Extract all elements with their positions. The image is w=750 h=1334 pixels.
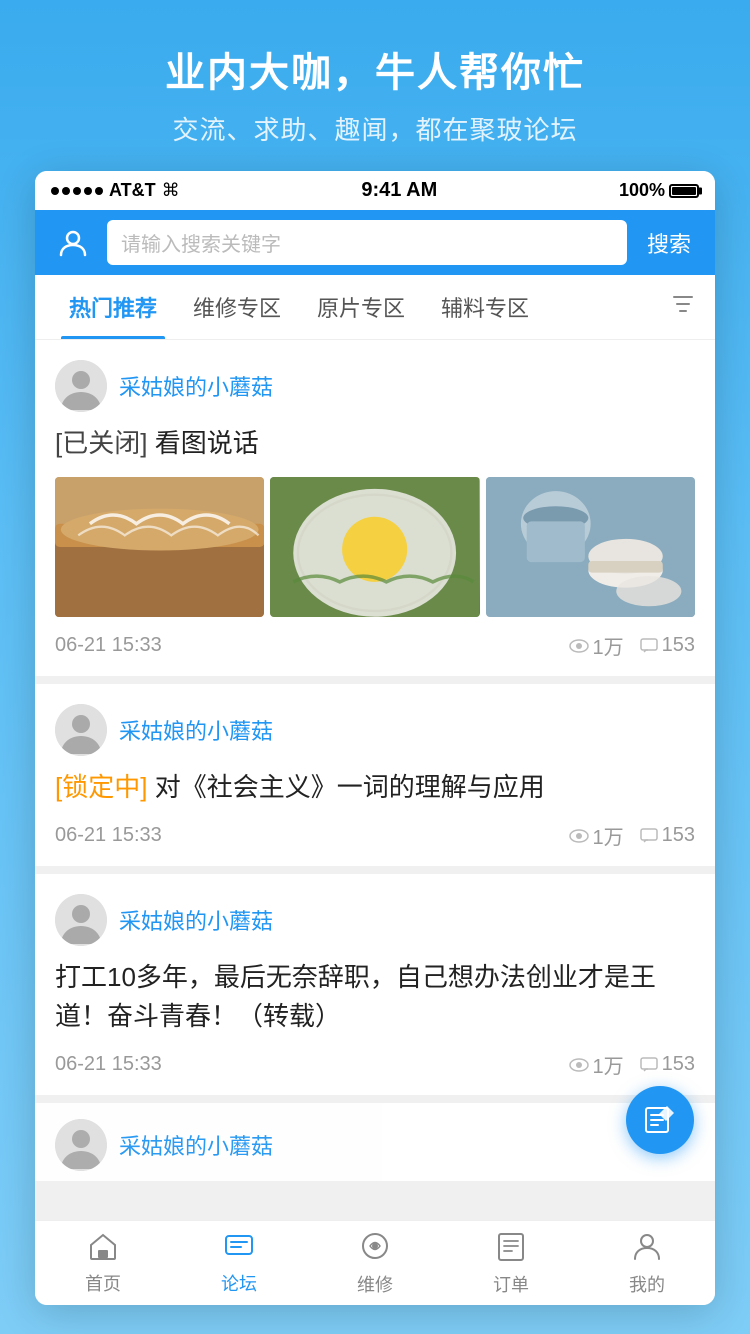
feed-meta-3: 06-21 15:33 1万 153 [55,1050,695,1079]
battery-fill [672,187,696,195]
feed-item-partial: 采姑娘的小蘑菇 [35,1103,715,1181]
stat-views-1: 1万 [569,631,624,660]
feed-image-macarons [486,477,695,617]
bottom-tab-home[interactable]: 首页 [63,1232,143,1296]
status-bar: AT&T ⌘ 9:41 AM 100% [35,171,715,210]
feed-author-3: 采姑娘的小蘑菇 [55,894,695,946]
author-name-2: 采姑娘的小蘑菇 [119,714,273,746]
battery-bar [669,184,699,198]
feed-list: 采姑娘的小蘑菇 [已关闭] 看图说话 [35,340,715,1220]
avatar-2 [55,704,107,756]
tab-mine-label: 我的 [629,1271,665,1297]
author-name-partial: 采姑娘的小蘑菇 [119,1129,273,1161]
tab-nav: 热门推荐 维修专区 原片专区 辅料专区 [35,275,715,340]
fab-button[interactable] [626,1086,694,1154]
stat-comments-1: 153 [640,634,695,657]
bottom-tab-repair[interactable]: 维修 [335,1231,415,1297]
forum-icon [224,1232,254,1266]
feed-date-1: 06-21 15:33 [55,634,162,657]
tab-repair-label: 维修 [357,1271,393,1297]
mine-icon [633,1231,661,1267]
feed-stats-3: 1万 153 [569,1050,696,1079]
feed-image-egg [270,477,479,617]
bottom-tab-order[interactable]: 订单 [471,1231,551,1297]
tab-repair[interactable]: 维修专区 [175,275,299,339]
signal-dot-3 [73,187,81,195]
feed-image-cake [55,477,264,617]
signal-dot-1 [51,187,59,195]
stat-comments-2: 153 [640,824,695,847]
tab-home-label: 首页 [85,1270,121,1296]
home-icon [88,1232,118,1266]
tab-material[interactable]: 辅料专区 [423,275,547,339]
feed-tag-2: [锁定中] [55,772,147,802]
feed-meta-1: 06-21 15:33 1万 153 [55,631,695,660]
author-name-3: 采姑娘的小蘑菇 [119,904,273,936]
wifi-icon: ⌘ [162,180,180,201]
feed-title-3: 打工10多年，最后无奈辞职，自己想办法创业才是王道！奋斗青春！（转载） [55,958,695,1036]
feed-title-text-1: 看图说话 [155,428,259,458]
feed-title-2: [锁定中] 对《社会主义》一词的理解与应用 [55,768,695,807]
promo-header: 业内大咖，牛人帮你忙 交流、求助、趣闻，都在聚玻论坛 [0,0,750,171]
stat-views-2: 1万 [569,821,624,850]
search-placeholder: 请输入搜索关键字 [121,228,281,257]
bottom-tabbar: 首页 论坛 维修 [35,1220,715,1305]
avatar-3 [55,894,107,946]
filter-icon[interactable] [667,282,699,333]
promo-title: 业内大咖，牛人帮你忙 [20,40,730,98]
feed-title-text-3: 打工10多年，最后无奈辞职，自己想办法创业才是王道！奋斗青春！（转载） [55,962,656,1031]
status-time: 9:41 AM [361,179,437,202]
views-count-2: 1万 [593,821,624,850]
feed-meta-2: 06-21 15:33 1万 153 [55,821,695,850]
comments-count-1: 153 [662,634,695,657]
status-right: 100% [619,180,699,201]
stat-views-3: 1万 [569,1050,624,1079]
views-count-3: 1万 [593,1050,624,1079]
battery-percent: 100% [619,180,665,201]
feed-date-2: 06-21 15:33 [55,824,162,847]
search-button[interactable]: 搜索 [639,223,699,263]
order-icon [497,1231,525,1267]
feed-images-1 [55,477,695,617]
tab-forum-label: 论坛 [221,1270,257,1296]
search-bar: 请输入搜索关键字 搜索 [35,210,715,275]
feed-author-2: 采姑娘的小蘑菇 [55,704,695,756]
feed-item-2[interactable]: 采姑娘的小蘑菇 [锁定中] 对《社会主义》一词的理解与应用 06-21 15:3… [35,684,715,866]
feed-item-3[interactable]: 采姑娘的小蘑菇 打工10多年，最后无奈辞职，自己想办法创业才是王道！奋斗青春！（… [35,874,715,1095]
user-icon-button[interactable] [51,221,95,265]
comments-count-3: 153 [662,1053,695,1076]
feed-author-1: 采姑娘的小蘑菇 [55,360,695,412]
author-name-1: 采姑娘的小蘑菇 [119,370,273,402]
comments-count-2: 153 [662,824,695,847]
repair-icon [360,1231,390,1267]
phone-frame: AT&T ⌘ 9:41 AM 100% 请输入搜索关键字 搜索 热门推荐 维修专… [35,171,715,1305]
views-count-1: 1万 [593,631,624,660]
feed-stats-1: 1万 153 [569,631,696,660]
status-left: AT&T ⌘ [51,180,180,201]
bottom-tab-forum[interactable]: 论坛 [199,1232,279,1296]
search-input-wrap[interactable]: 请输入搜索关键字 [107,220,627,265]
avatar-partial [55,1119,107,1171]
feed-item-1[interactable]: 采姑娘的小蘑菇 [已关闭] 看图说话 [35,340,715,676]
feed-stats-2: 1万 153 [569,821,696,850]
avatar-1 [55,360,107,412]
promo-subtitle: 交流、求助、趣闻，都在聚玻论坛 [20,110,730,147]
feed-tag-1: [已关闭] [55,428,147,458]
signal-dot-4 [84,187,92,195]
tab-original[interactable]: 原片专区 [299,275,423,339]
signal-dot-2 [62,187,70,195]
feed-date-3: 06-21 15:33 [55,1053,162,1076]
feed-title-text-2: 对《社会主义》一词的理解与应用 [155,772,545,802]
feed-title-1: [已关闭] 看图说话 [55,424,695,463]
carrier-label: AT&T [109,180,156,201]
stat-comments-3: 153 [640,1053,695,1076]
signal-dots [51,187,103,195]
tab-hot[interactable]: 热门推荐 [51,275,175,339]
bottom-tab-mine[interactable]: 我的 [607,1231,687,1297]
tab-order-label: 订单 [493,1271,529,1297]
signal-dot-5 [95,187,103,195]
